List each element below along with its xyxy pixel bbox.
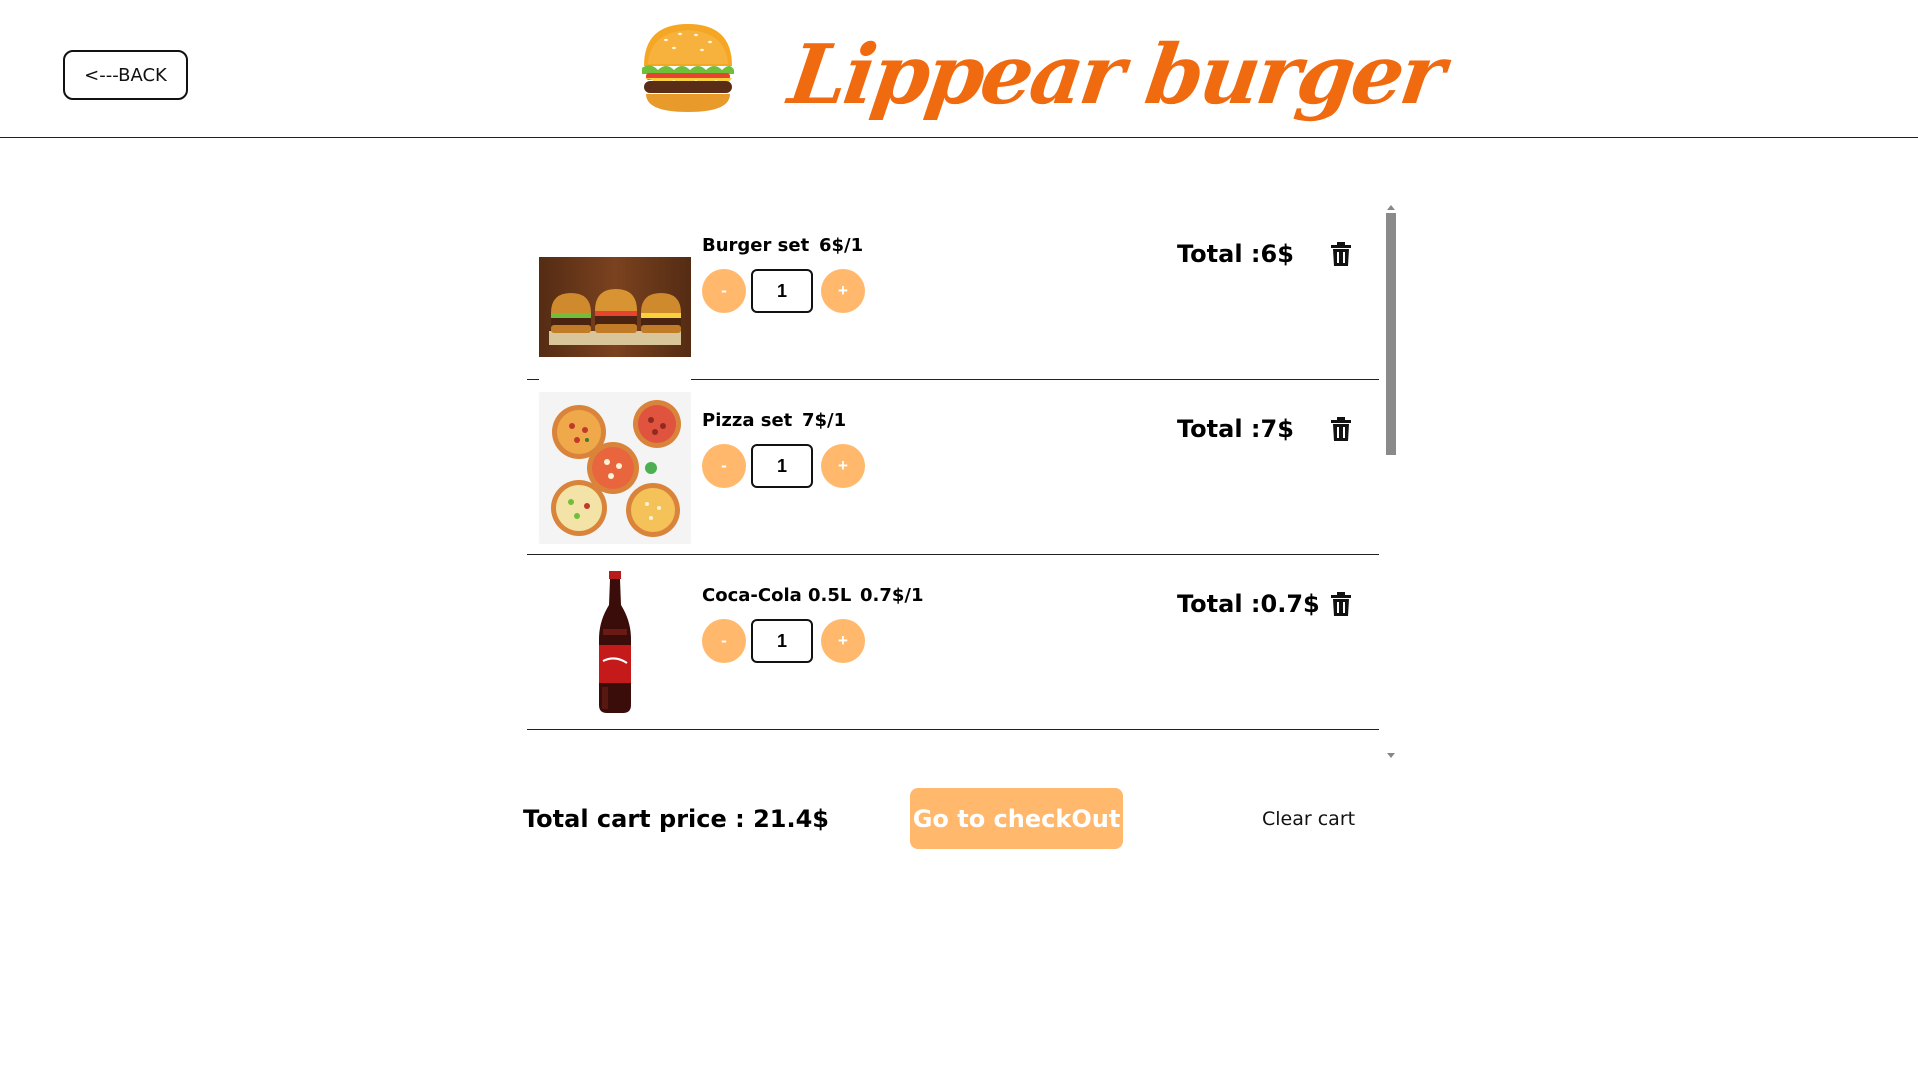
item-name: Coca-Cola 0.5L <box>702 585 852 606</box>
item-name: Pizza set <box>702 410 793 431</box>
increase-quantity-button[interactable]: + <box>821 619 865 663</box>
decrease-quantity-button[interactable]: - <box>702 269 746 313</box>
trash-icon[interactable] <box>1330 417 1352 441</box>
scroll-down-arrow-icon[interactable] <box>1387 753 1395 758</box>
pizza-set-image <box>539 392 691 544</box>
cart-item: Burger set 6$/1 - + Total :6$ <box>527 205 1379 383</box>
decrease-quantity-button[interactable]: - <box>702 444 746 488</box>
back-button[interactable]: <---BACK <box>63 50 188 100</box>
quantity-input[interactable] <box>751 269 813 313</box>
cola-bottle-image <box>539 569 691 721</box>
increase-quantity-button[interactable]: + <box>821 269 865 313</box>
brand-name: Lippear burger <box>783 27 1449 123</box>
burger-icon <box>642 24 734 112</box>
cart-list: Burger set 6$/1 - + Total :6$ <box>527 205 1389 758</box>
burger-set-image <box>539 231 691 383</box>
trash-icon[interactable] <box>1330 242 1352 266</box>
clear-cart-button[interactable]: Clear cart <box>1262 808 1355 830</box>
page-header: <---BACK Lippear burger <box>0 0 1918 138</box>
quantity-input[interactable] <box>751 444 813 488</box>
increase-quantity-button[interactable]: + <box>821 444 865 488</box>
scroll-up-arrow-icon[interactable] <box>1387 205 1395 210</box>
decrease-quantity-button[interactable]: - <box>702 619 746 663</box>
cart-scrollbar[interactable] <box>1385 205 1397 758</box>
cart-total-price: Total cart price : 21.4$ <box>523 805 829 833</box>
cart-item: Coca-Cola 0.5L 0.7$/1 - + Total :0.7$ <box>527 555 1379 730</box>
item-price: 7$/1 <box>802 410 847 431</box>
item-total: Total :7$ <box>1177 415 1294 443</box>
item-price: 0.7$/1 <box>860 585 924 606</box>
scroll-thumb[interactable] <box>1386 213 1396 455</box>
item-total: Total :6$ <box>1177 240 1294 268</box>
item-name: Burger set <box>702 235 810 256</box>
cart-item: Pizza set 7$/1 - + Total :7$ <box>527 380 1379 555</box>
quantity-input[interactable] <box>751 619 813 663</box>
trash-icon[interactable] <box>1330 592 1352 616</box>
item-price: 6$/1 <box>819 235 864 256</box>
item-total: Total :0.7$ <box>1177 590 1320 618</box>
checkout-button[interactable]: Go to checkOut <box>910 788 1123 849</box>
